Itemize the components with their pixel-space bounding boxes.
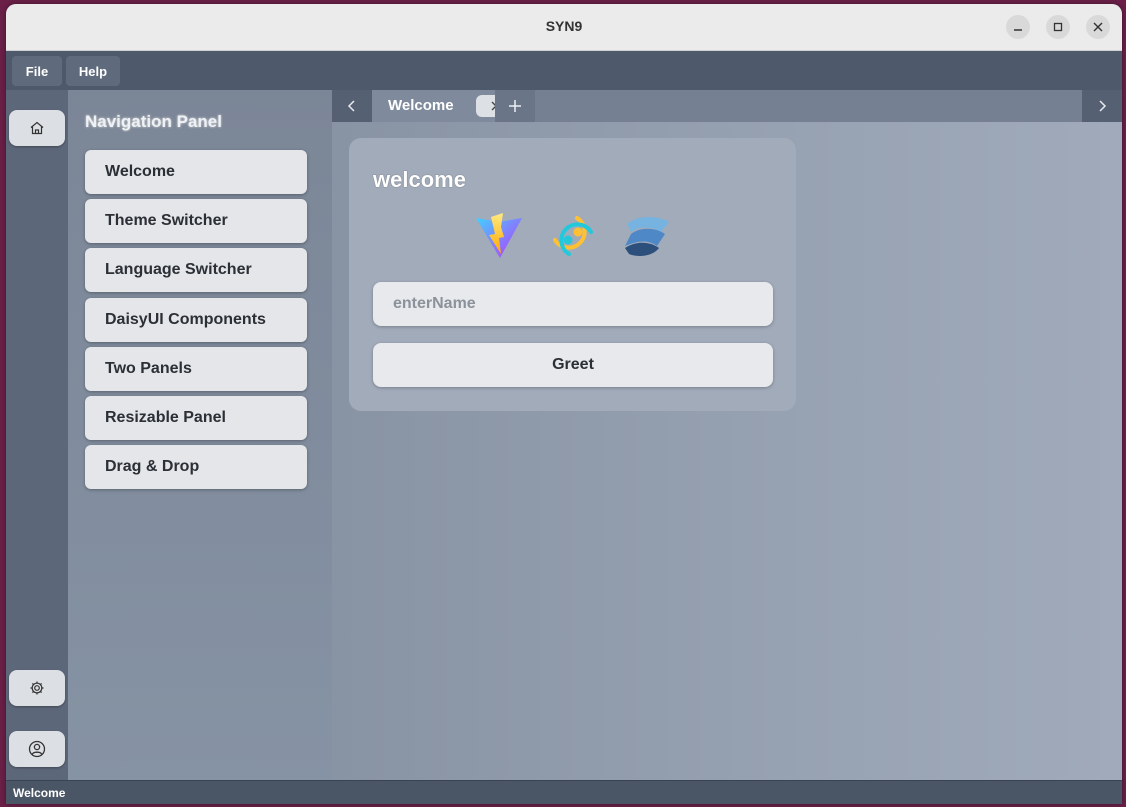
tab-scroll-left-button[interactable] <box>332 90 372 122</box>
close-icon <box>1093 22 1103 32</box>
nav-item-daisyui-components[interactable]: DaisyUI Components <box>85 298 307 342</box>
chevron-right-icon <box>1099 100 1107 112</box>
user-icon <box>28 740 46 758</box>
home-icon <box>30 121 44 135</box>
nav-item-theme-switcher[interactable]: Theme Switcher <box>85 199 307 243</box>
settings-button[interactable] <box>9 670 65 706</box>
maximize-button[interactable] <box>1046 15 1070 39</box>
nav-item-two-panels[interactable]: Two Panels <box>85 347 307 391</box>
app-window: SYN9 File Help Navigation Panel Welcome … <box>6 4 1122 804</box>
menu-bar: File Help <box>6 51 1122 90</box>
maximize-icon <box>1053 22 1063 32</box>
close-window-button[interactable] <box>1086 15 1110 39</box>
tab-scroll-right-button[interactable] <box>1082 90 1122 122</box>
nav-item-language-switcher[interactable]: Language Switcher <box>85 248 307 292</box>
window-title: SYN9 <box>545 18 583 34</box>
nav-item-resizable-panel[interactable]: Resizable Panel <box>85 396 307 440</box>
navigation-panel-title: Navigation Panel <box>85 112 222 131</box>
solid-logo-icon <box>625 217 669 256</box>
card-title: welcome <box>373 167 466 192</box>
add-tab-button[interactable] <box>495 90 535 122</box>
plus-icon <box>509 100 521 112</box>
title-bar: SYN9 <box>6 4 1122 51</box>
menu-file[interactable]: File <box>12 56 62 86</box>
name-input[interactable] <box>373 282 773 326</box>
menu-help[interactable]: Help <box>66 56 120 86</box>
minimize-icon <box>1014 29 1022 31</box>
nav-item-drag-drop[interactable]: Drag & Drop <box>85 445 307 489</box>
settings-icon <box>30 681 44 695</box>
minimize-button[interactable] <box>1006 15 1030 39</box>
navigation-panel: Navigation Panel Welcome Theme Switcher … <box>68 90 332 780</box>
profile-button[interactable] <box>9 731 65 767</box>
welcome-card: welcome enterName Greet <box>349 138 796 411</box>
status-text: Welcome <box>13 786 66 800</box>
greet-button[interactable]: Greet <box>373 343 773 387</box>
nav-item-welcome[interactable]: Welcome <box>85 150 307 194</box>
tab-bar: Welcome <box>332 90 1122 122</box>
side-rail <box>6 90 68 780</box>
tab-label: Welcome <box>388 97 454 114</box>
status-bar: Welcome <box>6 780 1122 804</box>
main-content: Welcome welcome enterName Greet <box>332 90 1122 780</box>
home-button[interactable] <box>9 110 65 146</box>
tauri-logo-icon <box>553 216 593 256</box>
chevron-left-icon <box>347 100 355 112</box>
vite-logo-icon <box>476 213 522 258</box>
